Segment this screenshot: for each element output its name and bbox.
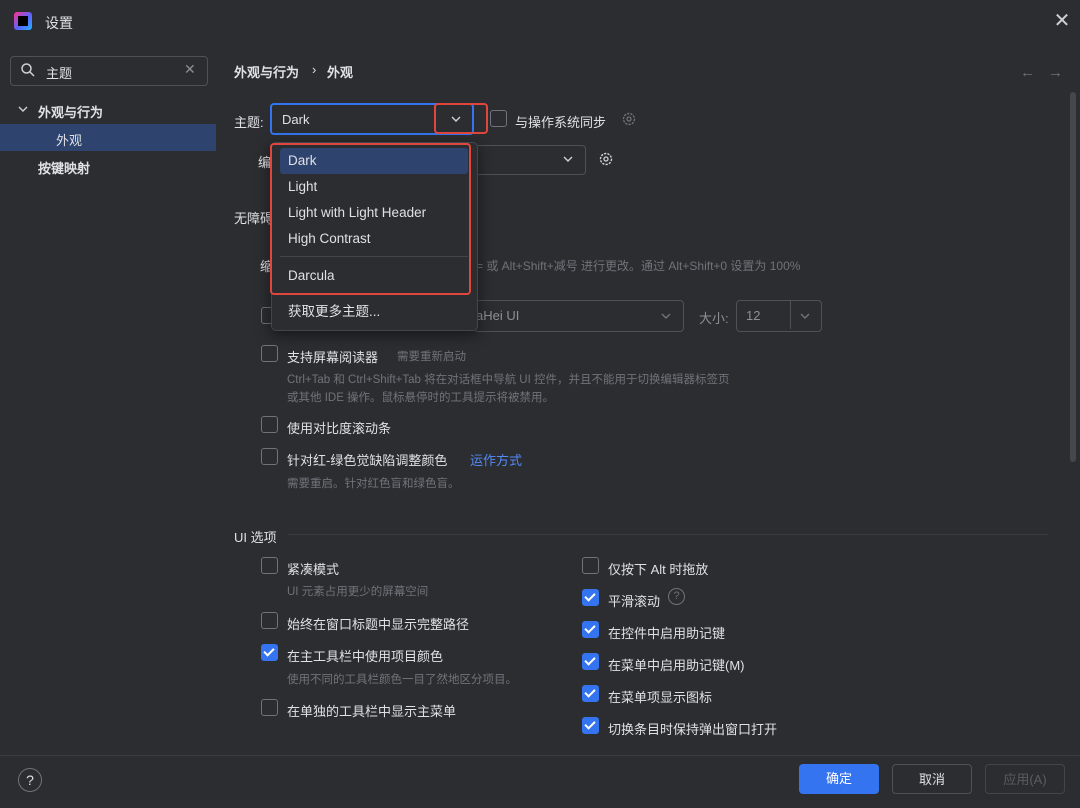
- theme-option-high-contrast[interactable]: High Contrast: [280, 226, 468, 252]
- get-more-themes[interactable]: 获取更多主题...: [280, 299, 468, 325]
- search-value: 主题: [46, 66, 73, 81]
- theme-option-darcula[interactable]: Darcula: [280, 263, 468, 289]
- menu-icons-label: 在菜单项显示图标: [608, 690, 713, 705]
- compact-mode-desc: UI 元素占用更少的屏幕空间: [287, 586, 429, 598]
- alt-drag-label: 仅按下 Alt 时拖放: [608, 562, 709, 577]
- help-button[interactable]: ?: [18, 768, 42, 792]
- full-path-checkbox[interactable]: [261, 612, 278, 629]
- help-circle-icon[interactable]: ?: [668, 588, 685, 605]
- ok-button[interactable]: 确定: [799, 764, 879, 794]
- size-value: 12: [746, 308, 761, 323]
- size-divider: [790, 301, 791, 329]
- alt-drag-checkbox[interactable]: [582, 557, 599, 574]
- sidebar-item-appearance-behavior[interactable]: 外观与行为: [38, 102, 103, 121]
- keep-popup-label: 切换条目时保持弹出窗口打开: [608, 722, 778, 737]
- color-deficiency-desc: 需要重启。针对红色盲和绿色盲。: [287, 478, 460, 490]
- chevron-down-icon[interactable]: [660, 310, 672, 322]
- screen-reader-checkbox[interactable]: [261, 345, 278, 362]
- screen-reader-desc-2: 或其他 IDE 操作。鼠标悬停时的工具提示将被禁用。: [287, 392, 555, 404]
- ui-options-title: UI 选项: [234, 530, 277, 545]
- section-divider: [288, 534, 1048, 535]
- theme-option-light-header[interactable]: Light with Light Header: [280, 200, 468, 226]
- clear-icon[interactable]: ✕: [184, 62, 198, 76]
- chevron-down-icon[interactable]: [450, 113, 462, 125]
- sidebar-selection: [0, 124, 216, 151]
- mnemonics-menu-checkbox[interactable]: [582, 653, 599, 670]
- search-input[interactable]: [10, 56, 208, 86]
- color-deficiency-checkbox[interactable]: [261, 448, 278, 465]
- project-color-desc: 使用不同的工具栏颜色一目了然地区分项目。: [287, 674, 517, 686]
- chevron-down-icon[interactable]: [799, 310, 811, 322]
- accessibility-label-partial: 无障碍: [234, 211, 274, 226]
- separate-menu-checkbox[interactable]: [261, 699, 278, 716]
- menu-icons-checkbox[interactable]: [582, 685, 599, 702]
- dropdown-separator: [280, 293, 468, 294]
- search-icon: [21, 63, 35, 77]
- screen-reader-label: 支持屏幕阅读器: [287, 350, 379, 365]
- mnemonics-controls-checkbox[interactable]: [582, 621, 599, 638]
- title-bar: [0, 0, 1080, 44]
- how-it-works-link[interactable]: 运作方式: [470, 450, 522, 469]
- close-icon[interactable]: ✕: [1052, 11, 1072, 31]
- zoom-hint: = 或 Alt+Shift+减号 进行更改。通过 Alt+Shift+0 设置为…: [476, 259, 801, 273]
- sync-os-label: 与操作系统同步: [515, 115, 607, 130]
- font-value: aHei UI: [476, 308, 520, 323]
- theme-option-light[interactable]: Light: [280, 174, 468, 200]
- color-deficiency-label: 针对红-绿色觉缺陷调整颜色: [287, 453, 448, 468]
- compact-mode-checkbox[interactable]: [261, 557, 278, 574]
- smooth-scroll-label: 平滑滚动: [608, 594, 661, 609]
- project-color-label: 在主工具栏中使用项目颜色: [287, 649, 444, 664]
- contrast-scrollbars-checkbox[interactable]: [261, 416, 278, 433]
- editor-label-partial: 编: [258, 155, 272, 170]
- theme-value: Dark: [282, 112, 310, 127]
- theme-dropdown: Dark Light Light with Light Header High …: [271, 142, 478, 331]
- compact-mode-label: 紧凑模式: [287, 562, 340, 577]
- mnemonics-menu-label: 在菜单中启用助记键(M): [608, 658, 745, 673]
- dropdown-separator: [280, 256, 468, 257]
- sidebar-item-appearance[interactable]: 外观: [56, 130, 82, 149]
- contrast-scrollbars-label: 使用对比度滚动条: [287, 421, 392, 436]
- size-label: 大小:: [699, 311, 729, 326]
- apply-button[interactable]: 应用(A): [985, 764, 1065, 794]
- full-path-label: 始终在窗口标题中显示完整路径: [287, 617, 470, 632]
- theme-option-dark[interactable]: Dark: [280, 148, 468, 174]
- window-title: 设置: [45, 15, 73, 31]
- keep-popup-checkbox[interactable]: [582, 717, 599, 734]
- mnemonics-controls-label: 在控件中启用助记键: [608, 626, 726, 641]
- chevron-down-icon[interactable]: [562, 153, 574, 165]
- project-color-checkbox[interactable]: [261, 644, 278, 661]
- back-arrow-icon[interactable]: ←: [1020, 64, 1035, 81]
- breadcrumb-current: 外观: [327, 65, 354, 80]
- breadcrumb-parent: 外观与行为: [234, 65, 300, 80]
- gear-icon[interactable]: [597, 150, 615, 168]
- forward-arrow-icon[interactable]: →: [1048, 64, 1063, 81]
- sidebar-item-keymap[interactable]: 按键映射: [38, 158, 90, 177]
- screen-reader-desc-1: Ctrl+Tab 和 Ctrl+Shift+Tab 将在对话框中导航 UI 控件…: [287, 374, 730, 386]
- breadcrumb-separator: ›: [312, 62, 317, 77]
- screen-reader-note: 需要重新启动: [397, 351, 466, 363]
- theme-label: 主题:: [234, 115, 264, 130]
- smooth-scroll-checkbox[interactable]: [582, 589, 599, 606]
- gear-icon[interactable]: [620, 110, 638, 128]
- app-logo-icon: [14, 12, 32, 30]
- scrollbar[interactable]: [1070, 92, 1076, 462]
- cancel-button[interactable]: 取消: [892, 764, 972, 794]
- chevron-down-icon[interactable]: [17, 103, 29, 115]
- sync-os-checkbox[interactable]: [490, 110, 507, 127]
- separate-menu-label: 在单独的工具栏中显示主菜单: [287, 704, 457, 719]
